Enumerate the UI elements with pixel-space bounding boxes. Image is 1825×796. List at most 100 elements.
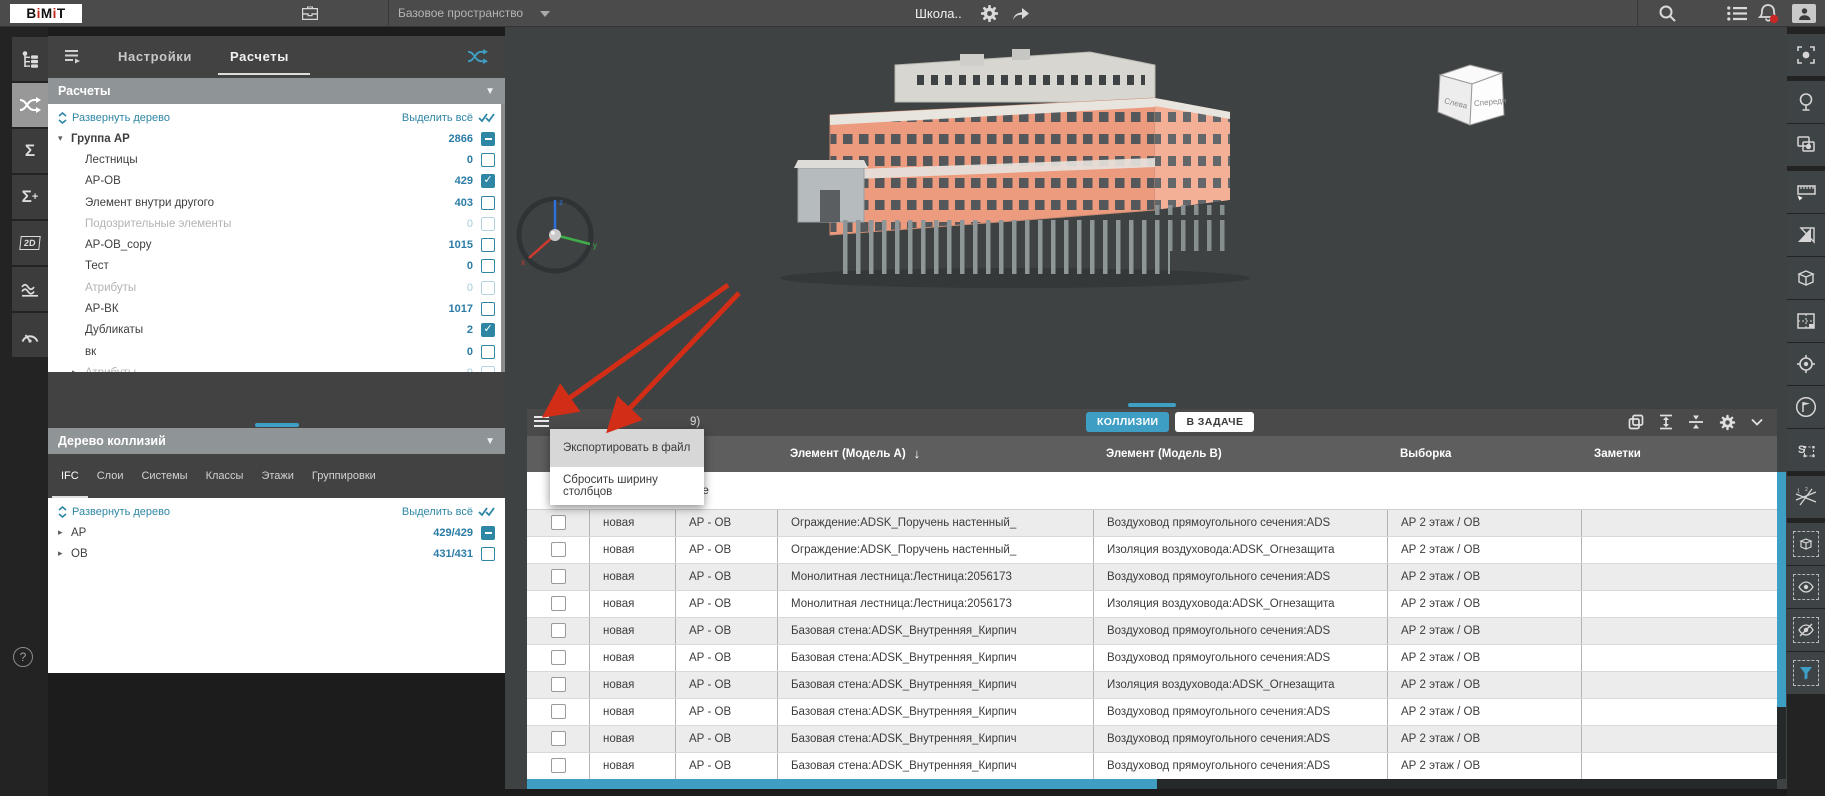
- collision-tree-section-header[interactable]: Дерево коллизий ▼: [48, 428, 505, 454]
- measure-ruler-icon[interactable]: [1787, 171, 1825, 213]
- caret-down-icon[interactable]: [540, 11, 550, 17]
- status-group-row[interactable]: новые: [527, 471, 1777, 510]
- view-cube[interactable]: Слева Спереди: [1430, 57, 1512, 137]
- table-row[interactable]: новая АР - ОВ Базовая стена:ADSK_Внутрення…: [527, 698, 1777, 726]
- tab-systems[interactable]: Системы: [132, 454, 196, 498]
- gear-icon[interactable]: [980, 4, 999, 23]
- hide-box-icon[interactable]: [1787, 523, 1825, 565]
- row-checkbox[interactable]: [550, 596, 566, 611]
- tree-item[interactable]: АР-ОВ 429: [58, 171, 495, 192]
- tree-item[interactable]: Атрибуты 0: [58, 277, 495, 298]
- filter-icon[interactable]: [1787, 652, 1825, 694]
- tab-settings[interactable]: Настройки: [118, 49, 192, 64]
- orbit-target-icon[interactable]: [1787, 343, 1825, 385]
- expand-tree-link[interactable]: Развернуть дерево: [58, 505, 170, 518]
- show-elements-eye-icon[interactable]: [1787, 566, 1825, 608]
- help-button[interactable]: ?: [13, 647, 33, 667]
- row-height-icon[interactable]: [1659, 414, 1673, 430]
- environment-tree-icon[interactable]: [1787, 81, 1825, 123]
- tab-classes[interactable]: Классы: [197, 454, 253, 498]
- tree-item-checkbox[interactable]: [481, 322, 495, 338]
- tree-item-checkbox[interactable]: [481, 280, 495, 295]
- table-settings-gear-icon[interactable]: [1719, 414, 1736, 431]
- collisions-toggle-button[interactable]: КОЛЛИЗИИ: [1086, 412, 1170, 432]
- tab-layers[interactable]: Слои: [88, 454, 133, 498]
- table-resize-handle[interactable]: [1128, 403, 1176, 407]
- select-all-link[interactable]: Выделить всё: [402, 506, 495, 518]
- horizontal-scrollbar[interactable]: [527, 778, 1777, 789]
- expand-tree-link[interactable]: Развернуть дерево: [58, 111, 170, 124]
- table-row[interactable]: новая АР - ОВ Базовая стена:ADSK_Внутрення…: [527, 725, 1777, 753]
- collision-run-icon[interactable]: [467, 48, 489, 65]
- expander-icon[interactable]: ▾: [58, 133, 71, 144]
- share-icon[interactable]: [1012, 5, 1030, 21]
- row-checkbox[interactable]: [550, 731, 566, 746]
- list-icon[interactable]: [1727, 6, 1747, 21]
- row-checkbox[interactable]: [550, 515, 566, 530]
- tree-item-checkbox[interactable]: [481, 152, 495, 167]
- isolate-selection-icon[interactable]: [1787, 124, 1825, 166]
- row-checkbox[interactable]: [550, 677, 566, 692]
- tree-item-checkbox[interactable]: [481, 195, 495, 210]
- table-row[interactable]: новая АР - ОВ Монолитная лестница:Лестница…: [527, 590, 1777, 618]
- select-all-link[interactable]: Выделить всё: [402, 112, 495, 124]
- table-menu-icon[interactable]: [534, 415, 549, 430]
- panel-menu-icon[interactable]: [64, 49, 82, 65]
- table-row[interactable]: новая АР - ОВ Базовая стена:ADSK_Внутрення…: [527, 617, 1777, 645]
- tree-item-checkbox[interactable]: [481, 344, 495, 359]
- sum-add-icon[interactable]: Σ +: [12, 175, 48, 219]
- header-element-a[interactable]: Элемент (Модель A) ↓: [778, 446, 1094, 461]
- table-row[interactable]: новая АР - ОВ Базовая стена:ADSK_Внутрення…: [527, 644, 1777, 672]
- panel-resize-handle[interactable]: [254, 423, 299, 427]
- menu-item-export-to-file[interactable]: Экспортировать в файл: [550, 429, 704, 467]
- menu-item-reset-column-width[interactable]: Сбросить ширину столбцов: [550, 467, 704, 505]
- table-row[interactable]: новая АР - ОВ Ограждение:ADSK_Поручень нас…: [527, 509, 1777, 537]
- copy-table-icon[interactable]: [1628, 414, 1644, 430]
- vertical-scrollbar[interactable]: [1777, 471, 1786, 779]
- charts-icon[interactable]: [12, 267, 48, 311]
- tree-item[interactable]: ▸Атрибуты9: [58, 362, 495, 372]
- tree-item-checkbox[interactable]: [481, 546, 495, 561]
- tree-item[interactable]: ▾ Группа АР 2866: [58, 128, 495, 149]
- section-box-icon[interactable]: [1787, 257, 1825, 299]
- calculations-section-header[interactable]: Расчеты ▼: [48, 78, 505, 104]
- viewpoint-flag-icon[interactable]: [1787, 386, 1825, 428]
- focus-object-icon[interactable]: [1787, 34, 1825, 76]
- tree-scrollbar[interactable]: [501, 104, 505, 372]
- header-element-b[interactable]: Элемент (Модель B): [1094, 448, 1388, 460]
- tree-item[interactable]: АР-ОВ_copy 1015: [58, 234, 495, 255]
- save-selection-icon[interactable]: S: [1787, 429, 1825, 471]
- sum-icon[interactable]: Σ: [12, 129, 48, 173]
- tree-item[interactable]: Тест 0: [58, 256, 495, 277]
- tree-item-checkbox[interactable]: [481, 131, 495, 146]
- floor-plan-icon[interactable]: [1787, 300, 1825, 342]
- table-row[interactable]: новая АР - ОВ Монолитная лестница:Лестница…: [527, 563, 1777, 591]
- expander-icon[interactable]: ▸: [58, 527, 71, 538]
- vertical-scroll-thumb[interactable]: [1777, 471, 1786, 707]
- collapse-panel-chevron-icon[interactable]: [1751, 418, 1763, 426]
- tree-item[interactable]: Элемент внутри другого 403: [58, 192, 495, 213]
- header-notes[interactable]: Заметки: [1582, 448, 1777, 460]
- briefcase-icon[interactable]: [300, 5, 320, 22]
- row-checkbox[interactable]: [550, 623, 566, 638]
- horizontal-scroll-thumb[interactable]: [527, 778, 1157, 789]
- tree-item-checkbox[interactable]: [481, 238, 495, 253]
- collision-check-icon[interactable]: [12, 83, 48, 127]
- tab-floors[interactable]: Этажи: [252, 454, 302, 498]
- in-task-toggle-button[interactable]: В ЗАДАЧЕ: [1175, 412, 1255, 432]
- tab-ifc[interactable]: IFC: [52, 454, 88, 498]
- user-avatar[interactable]: [1792, 4, 1816, 23]
- tree-item-checkbox[interactable]: [481, 173, 495, 189]
- collision-axes-icon[interactable]: 12: [1787, 476, 1825, 518]
- workspace-selector[interactable]: Базовое пространство: [398, 0, 523, 27]
- tree-item-checkbox[interactable]: [481, 302, 495, 317]
- tab-calculations[interactable]: Расчеты: [230, 49, 289, 64]
- clip-section-icon[interactable]: [1787, 214, 1825, 256]
- gauge-icon[interactable]: [12, 313, 48, 357]
- row-checkbox[interactable]: [550, 704, 566, 719]
- navigation-gizmo[interactable]: z y x: [505, 187, 615, 282]
- tree-item[interactable]: Подозрительные элементы 0: [58, 213, 495, 234]
- header-selection[interactable]: Выборка: [1388, 448, 1582, 460]
- row-checkbox[interactable]: [550, 542, 566, 557]
- expander-icon[interactable]: ▸: [58, 548, 71, 559]
